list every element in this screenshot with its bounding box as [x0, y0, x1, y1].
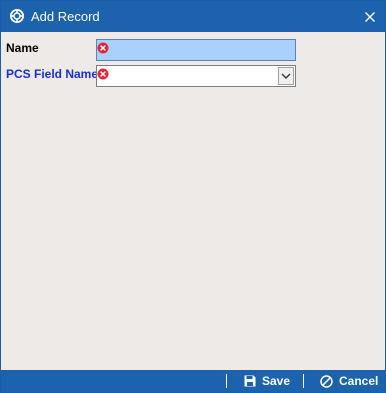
close-icon — [365, 11, 375, 22]
dialog-footer: Save Cancel — [1, 370, 385, 392]
window-title: Add Record — [31, 9, 100, 24]
cancel-button[interactable]: Cancel — [320, 373, 378, 389]
save-icon — [244, 375, 256, 387]
dropdown-button[interactable] — [278, 67, 294, 85]
add-record-dialog: Add Record Name PCS Field Name Save Canc… — [0, 0, 386, 393]
close-button[interactable] — [355, 1, 385, 32]
cancel-label: Cancel — [339, 374, 379, 388]
name-label: Name — [6, 41, 39, 55]
error-icon — [97, 41, 109, 54]
save-button[interactable]: Save — [244, 373, 290, 389]
save-label: Save — [262, 374, 291, 388]
title-bar: Add Record — [1, 1, 385, 32]
pcs-field-name-label: PCS Field Name — [6, 67, 99, 81]
error-icon — [97, 67, 109, 80]
app-icon — [9, 8, 25, 24]
chevron-down-icon — [281, 73, 291, 79]
separator — [226, 374, 227, 388]
cancel-icon — [320, 374, 333, 388]
separator — [303, 374, 304, 388]
name-input[interactable] — [96, 39, 296, 61]
pcs-field-name-select[interactable] — [96, 65, 296, 87]
